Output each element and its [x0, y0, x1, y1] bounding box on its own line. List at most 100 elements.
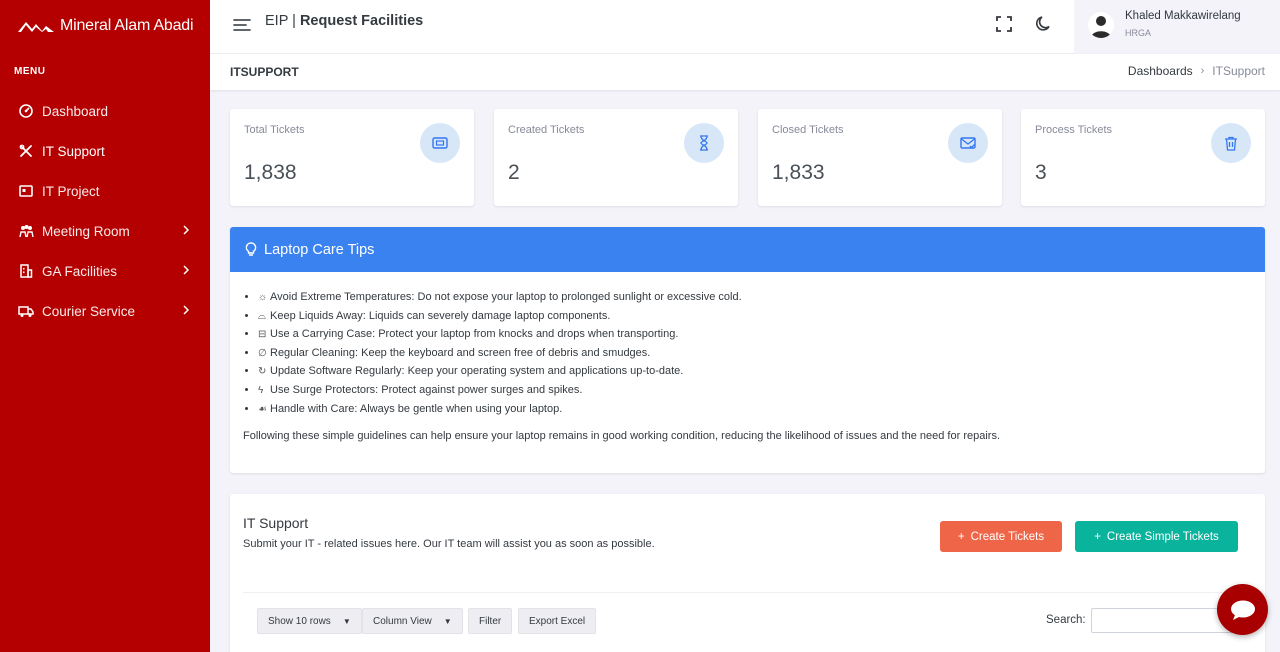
refresh-icon: ↻ [258, 366, 267, 378]
button-label: Create Tickets [970, 530, 1045, 543]
ticket-icon [420, 123, 460, 163]
tools-icon [18, 143, 34, 159]
stat-card-process: Process Tickets 3 [1021, 109, 1265, 206]
tips-list: ☼Avoid Extreme Temperatures: Do not expo… [258, 288, 1265, 418]
create-simple-tickets-button[interactable]: + Create Simple Tickets [1075, 521, 1238, 552]
project-icon [18, 183, 34, 199]
column-view-dropdown[interactable]: Column View ▼ [362, 608, 463, 634]
mail-check-icon [948, 123, 988, 163]
list-item: ϟ Use Surge Protectors: Protect against p… [258, 381, 1265, 400]
bag-icon: ⊟ [258, 329, 267, 341]
list-item: ∅Regular Cleaning: Keep the keyboard and… [258, 344, 1265, 363]
list-item: ☙Handle with Care: Always be gentle when… [258, 400, 1265, 419]
user-menu[interactable]: Khaled Makkawirelang HRGA [1074, 0, 1280, 54]
building-icon [18, 263, 34, 279]
it-support-card: IT Support Submit your IT - related issu… [230, 494, 1265, 652]
sidebar-item-courier-service[interactable]: Courier Service [0, 291, 210, 331]
stat-value: 1,833 [772, 161, 825, 184]
dropdown-label: Show 10 rows [268, 615, 331, 627]
tips-header: Laptop Care Tips [230, 227, 1265, 272]
fullscreen-icon[interactable] [995, 15, 1013, 33]
page-title: Request Facilities [299, 13, 424, 29]
topbar: EIP | Request Facilities Khaled Makkawir… [210, 0, 1280, 54]
stat-value: 3 [1035, 161, 1047, 184]
trash-icon [1211, 123, 1251, 163]
tip-text: Use a Carrying Case: Protect your laptop… [270, 328, 679, 341]
plus-icon: + [1094, 530, 1101, 543]
chevron-right-icon [183, 225, 190, 235]
sidebar-item-dashboard[interactable]: Dashboard [0, 91, 210, 131]
breadcrumb-link[interactable]: Dashboards [1128, 64, 1193, 78]
sidebar-nav: Dashboard IT Support IT Project Meeting … [0, 91, 210, 331]
laptop-care-tips-card: Laptop Care Tips ☼Avoid Extreme Temperat… [230, 227, 1265, 473]
sidebar-item-label: Meeting Room [42, 223, 130, 239]
app-name: EIP | [265, 13, 300, 29]
sidebar-item-it-project[interactable]: IT Project [0, 171, 210, 211]
button-label: Create Simple Tickets [1106, 530, 1219, 543]
brand[interactable]: Mineral Alam Abadi [0, 0, 210, 52]
breadcrumb-current: ITSupport [1212, 64, 1265, 78]
tip-text: Use Surge Protectors: Protect against po… [270, 383, 583, 396]
avatar [1088, 12, 1114, 38]
chat-bubble-icon [1230, 600, 1255, 620]
list-item: ⌓ Keep Liquids Away: Liquids can severely… [258, 307, 1265, 326]
sidebar-item-ga-facilities[interactable]: GA Facilities [0, 251, 210, 291]
drop-icon: ⌓ [258, 310, 266, 322]
user-role: HRGA [1125, 28, 1152, 38]
section-title: ITSUPPORT [230, 65, 299, 79]
people-icon [18, 223, 34, 239]
sun-icon: ☼ [258, 292, 268, 303]
create-tickets-button[interactable]: + Create Tickets [940, 521, 1062, 552]
stat-value: 2 [508, 161, 520, 184]
dropdown-label: Column View [373, 615, 432, 627]
sidebar-item-meeting-room[interactable]: Meeting Room [0, 211, 210, 251]
stat-card-total: Total Tickets 1,838 [230, 109, 474, 206]
brand-name: Mineral Alam Abadi [60, 17, 194, 34]
sidebar-item-label: IT Support [42, 143, 105, 159]
filter-button[interactable]: Filter [468, 608, 513, 634]
table-toolbar: Show 10 rows ▼ Column View ▼ Filter Export… [243, 592, 1253, 652]
caret-down-icon: ▼ [443, 616, 452, 626]
tips-title: Laptop Care Tips [264, 241, 375, 258]
stat-label: Created Tickets [508, 124, 585, 136]
sidebar-item-label: IT Project [42, 183, 100, 199]
tip-text: Update Software Regularly: Keep your ope… [270, 365, 684, 378]
chevron-right-icon [183, 305, 190, 315]
tips-footer: Following these simple guidelines can he… [243, 430, 1001, 443]
sidebar-item-label: Courier Service [42, 303, 136, 319]
sidebar-item-label: Dashboard [42, 103, 109, 119]
tip-text: Avoid Extreme Temperatures: Do not expos… [270, 291, 742, 303]
breadcrumb: Dashboards › ITSupport [1128, 64, 1265, 78]
sidebar: Mineral Alam Abadi MENU Dashboard IT Sup… [0, 0, 210, 652]
list-item: ☼Avoid Extreme Temperatures: Do not expo… [258, 288, 1265, 307]
truck-icon [18, 303, 34, 319]
hand-icon: ☙ [258, 403, 267, 415]
menu-title: MENU [14, 66, 46, 77]
search-label: Search: [1046, 614, 1086, 626]
user-avatar-icon [1091, 16, 1111, 38]
chevron-right-icon [183, 265, 190, 275]
stat-label: Process Tickets [1035, 124, 1113, 136]
dark-mode-moon-icon[interactable] [1034, 14, 1054, 34]
lightbulb-icon [245, 242, 257, 256]
caret-down-icon: ▼ [342, 616, 351, 626]
tip-text: Handle with Care: Always be gentle when … [270, 402, 563, 415]
show-rows-dropdown[interactable]: Show 10 rows ▼ [257, 608, 362, 634]
export-excel-button[interactable]: Export Excel [518, 608, 597, 634]
sidebar-item-it-support[interactable]: IT Support [0, 131, 210, 171]
stat-label: Total Tickets [244, 124, 305, 136]
button-label: Export Excel [529, 615, 586, 627]
user-name: Khaled Makkawirelang [1125, 10, 1241, 22]
tip-text: Keep Liquids Away: Liquids can severely … [270, 309, 611, 322]
eraser-icon: ∅ [258, 347, 267, 359]
stat-label: Closed Tickets [772, 124, 844, 136]
breadcrumb-separator-icon: › [1200, 65, 1205, 77]
list-item: ↻Update Software Regularly: Keep your op… [258, 362, 1265, 381]
plus-icon: + [957, 530, 965, 543]
chat-button[interactable] [1217, 584, 1268, 635]
tip-text: Regular Cleaning: Keep the keyboard and … [270, 346, 651, 359]
page-title-bar: ITSUPPORT Dashboards › ITSupport [210, 54, 1280, 90]
hamburger-menu-icon[interactable] [232, 16, 252, 34]
sidebar-item-label: GA Facilities [42, 263, 118, 279]
mountain-logo-icon [18, 22, 54, 32]
